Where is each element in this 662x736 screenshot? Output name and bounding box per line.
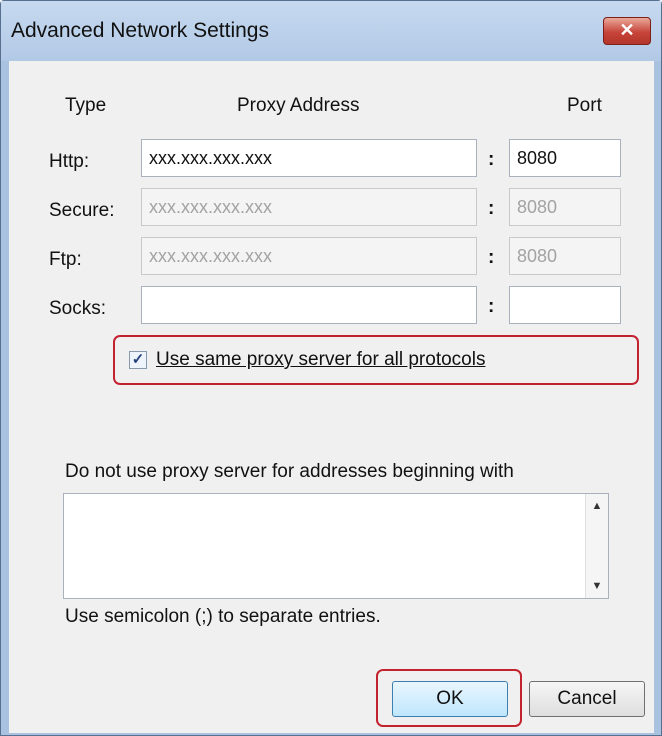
bypass-hint: Use semicolon (;) to separate entries. <box>65 606 381 627</box>
secure-separator: : <box>488 198 495 219</box>
ok-button[interactable]: OK <box>392 681 508 717</box>
ftp-address-value: xxx.xxx.xxx.xxx <box>149 246 273 266</box>
dialog-body: Type Proxy Address Port Http: xxx.xxx.xx… <box>9 61 654 733</box>
socks-address-input[interactable] <box>141 286 477 324</box>
close-icon: ✕ <box>619 20 635 40</box>
close-button[interactable]: ✕ <box>603 17 651 45</box>
http-separator: : <box>488 149 495 170</box>
ftp-separator: : <box>488 247 495 268</box>
same-proxy-checkbox[interactable]: ✓ <box>129 351 147 369</box>
cancel-button[interactable]: Cancel <box>529 681 645 717</box>
header-proxy-address: Proxy Address <box>237 95 360 116</box>
window-title: Advanced Network Settings <box>11 19 269 42</box>
ftp-address-input[interactable]: xxx.xxx.xxx.xxx <box>141 237 477 275</box>
title-bar[interactable]: Advanced Network Settings ✕ <box>1 1 661 61</box>
http-port-input[interactable]: 8080 <box>509 139 621 177</box>
secure-port-input[interactable]: 8080 <box>509 188 621 226</box>
bypass-label: Do not use proxy server for addresses be… <box>65 461 514 482</box>
http-port-value: 8080 <box>517 148 558 168</box>
http-address-value: xxx.xxx.xxx.xxx <box>149 148 273 168</box>
http-address-input[interactable]: xxx.xxx.xxx.xxx <box>141 139 477 177</box>
checkmark-icon: ✓ <box>131 351 145 368</box>
header-type: Type <box>65 95 107 116</box>
http-label: Http: <box>49 151 90 172</box>
scroll-down-icon[interactable]: ▼ <box>586 580 608 592</box>
ftp-port-value: 8080 <box>517 246 558 266</box>
same-proxy-label[interactable]: Use same proxy server for all protocols <box>156 349 485 371</box>
bypass-textarea[interactable]: ▲ ▼ <box>63 493 609 599</box>
ftp-port-input[interactable]: 8080 <box>509 237 621 275</box>
dialog-window: Advanced Network Settings ✕ Type Proxy A… <box>0 0 662 736</box>
secure-address-value: xxx.xxx.xxx.xxx <box>149 197 273 217</box>
ftp-label: Ftp: <box>49 249 82 270</box>
bypass-scrollbar[interactable]: ▲ ▼ <box>585 494 608 598</box>
secure-port-value: 8080 <box>517 197 558 217</box>
socks-separator: : <box>488 296 495 317</box>
header-port: Port <box>567 95 602 116</box>
secure-address-input[interactable]: xxx.xxx.xxx.xxx <box>141 188 477 226</box>
secure-label: Secure: <box>49 200 115 221</box>
socks-port-input[interactable] <box>509 286 621 324</box>
socks-label: Socks: <box>49 298 107 319</box>
scroll-up-icon[interactable]: ▲ <box>586 500 608 512</box>
